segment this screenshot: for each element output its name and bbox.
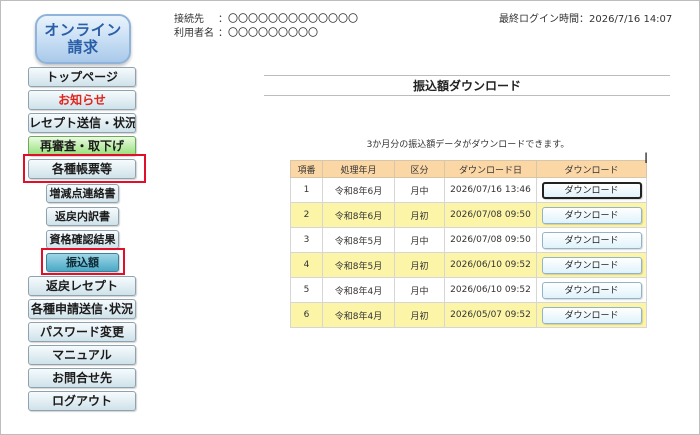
cell-no: 1 [290, 177, 323, 203]
cell-date: 2026/05/07 09:52 [444, 302, 537, 328]
cell-month: 令和8年4月 [322, 277, 395, 303]
table-row: 5 令和8年4月 月中 2026/06/10 09:52 ダウンロード [290, 277, 647, 303]
cell-download: ダウンロード [536, 202, 647, 228]
user-info: 利用者名 ：〇〇〇〇〇〇〇〇〇 [174, 24, 318, 39]
cell-month: 令和8年4月 [322, 302, 395, 328]
text-cursor-icon: I [644, 151, 649, 167]
cell-type: 月初 [394, 202, 445, 228]
cell-date: 2026/07/08 09:50 [444, 227, 537, 253]
cell-month: 令和8年5月 [322, 227, 395, 253]
cell-download: ダウンロード [536, 252, 647, 278]
nav-manual[interactable]: マニュアル [28, 345, 136, 365]
title-rule-bottom [264, 95, 670, 96]
download-button[interactable]: ダウンロード [541, 231, 642, 249]
col-header-download-date: ダウンロード日 [444, 160, 537, 178]
nav-top-page[interactable]: トップページ [28, 67, 136, 87]
cell-download: ダウンロード [536, 277, 647, 303]
nav-sub-return-detail[interactable]: 返戻内訳書 [46, 207, 119, 226]
table-row: 3 令和8年5月 月中 2026/07/08 09:50 ダウンロード [290, 227, 647, 253]
nav-logout[interactable]: ログアウト [28, 391, 136, 411]
cell-download: ダウンロード [536, 227, 647, 253]
table-row: 2 令和8年6月 月初 2026/07/08 09:50 ダウンロード [290, 202, 647, 228]
cell-no: 2 [290, 202, 323, 228]
logo-line-1: オンライン [44, 21, 122, 39]
page-description: 3か月分の振込額データがダウンロードできます。 [366, 140, 570, 150]
cell-type: 月初 [394, 302, 445, 328]
cell-type: 月初 [394, 252, 445, 278]
col-header-month: 処理年月 [322, 160, 395, 178]
cell-no: 3 [290, 227, 323, 253]
transfer-download-table: 項番 処理年月 区分 ダウンロード日 ダウンロード 1 令和8年6月 月中 20… [290, 160, 647, 328]
connection-info: 接続先 ：〇〇〇〇〇〇〇〇〇〇〇〇〇 [174, 10, 358, 25]
download-button[interactable]: ダウンロード [541, 181, 642, 199]
cell-month: 令和8年5月 [322, 252, 395, 278]
cell-month: 令和8年6月 [322, 202, 395, 228]
nav-notice[interactable]: お知らせ [28, 90, 136, 110]
download-button[interactable]: ダウンロード [541, 256, 642, 274]
download-button[interactable]: ダウンロード [541, 306, 642, 324]
cell-date: 2026/07/16 13:46 [444, 177, 537, 203]
cell-type: 月中 [394, 277, 445, 303]
forms-highlight-box [23, 154, 146, 183]
nav-password-change[interactable]: パスワード変更 [28, 322, 136, 342]
cell-type: 月中 [394, 177, 445, 203]
last-login-value: ：2026/7/16 14:07 [579, 14, 673, 25]
nav-apply-send[interactable]: 各種申請送信･状況 [28, 299, 136, 319]
logo-line-2: 請求 [67, 38, 99, 56]
cell-no: 4 [290, 252, 323, 278]
online-billing-logo: オンライン 請求 [35, 14, 131, 64]
connection-label: 接続先 [174, 14, 204, 25]
table-row: 1 令和8年6月 月中 2026/07/16 13:46 ダウンロード [290, 177, 647, 203]
nav-contact[interactable]: お問合せ先 [28, 368, 136, 388]
nav-sub-eligibility[interactable]: 資格確認結果 [46, 230, 119, 249]
cell-type: 月中 [394, 227, 445, 253]
cell-no: 5 [290, 277, 323, 303]
table-row: 4 令和8年5月 月初 2026/06/10 09:52 ダウンロード [290, 252, 647, 278]
cell-no: 6 [290, 302, 323, 328]
download-button[interactable]: ダウンロード [541, 281, 642, 299]
col-header-type: 区分 [394, 160, 445, 178]
page-title: 振込額ダウンロード [412, 79, 521, 93]
col-header-download: ダウンロード [536, 160, 647, 178]
table-row: 6 令和8年4月 月初 2026/05/07 09:52 ダウンロード [290, 302, 647, 328]
nav-receipt-send[interactable]: レセプト送信・状況 [28, 113, 136, 133]
cell-download: ダウンロード [536, 302, 647, 328]
nav-return-receipt[interactable]: 返戻レセプト [28, 276, 136, 296]
transfer-highlight-box [41, 248, 125, 275]
cell-date: 2026/07/08 09:50 [444, 202, 537, 228]
last-login-info: 最終ログイン時間：2026/7/16 14:07 [499, 10, 672, 25]
user-label: 利用者名 [174, 28, 214, 39]
cell-month: 令和8年6月 [322, 177, 395, 203]
nav-re-review[interactable]: 再審査・取下げ [28, 136, 136, 156]
table-header-row: 項番 処理年月 区分 ダウンロード日 ダウンロード [290, 160, 647, 178]
nav-sub-increase-decrease[interactable]: 増減点連絡書 [46, 184, 119, 203]
cell-date: 2026/06/10 09:52 [444, 252, 537, 278]
download-button[interactable]: ダウンロード [541, 206, 642, 224]
col-header-no: 項番 [290, 160, 323, 178]
user-value: ：〇〇〇〇〇〇〇〇〇 [218, 28, 318, 39]
cell-date: 2026/06/10 09:52 [444, 277, 537, 303]
cell-download: ダウンロード [536, 177, 647, 203]
last-login-label: 最終ログイン時間 [499, 14, 579, 25]
